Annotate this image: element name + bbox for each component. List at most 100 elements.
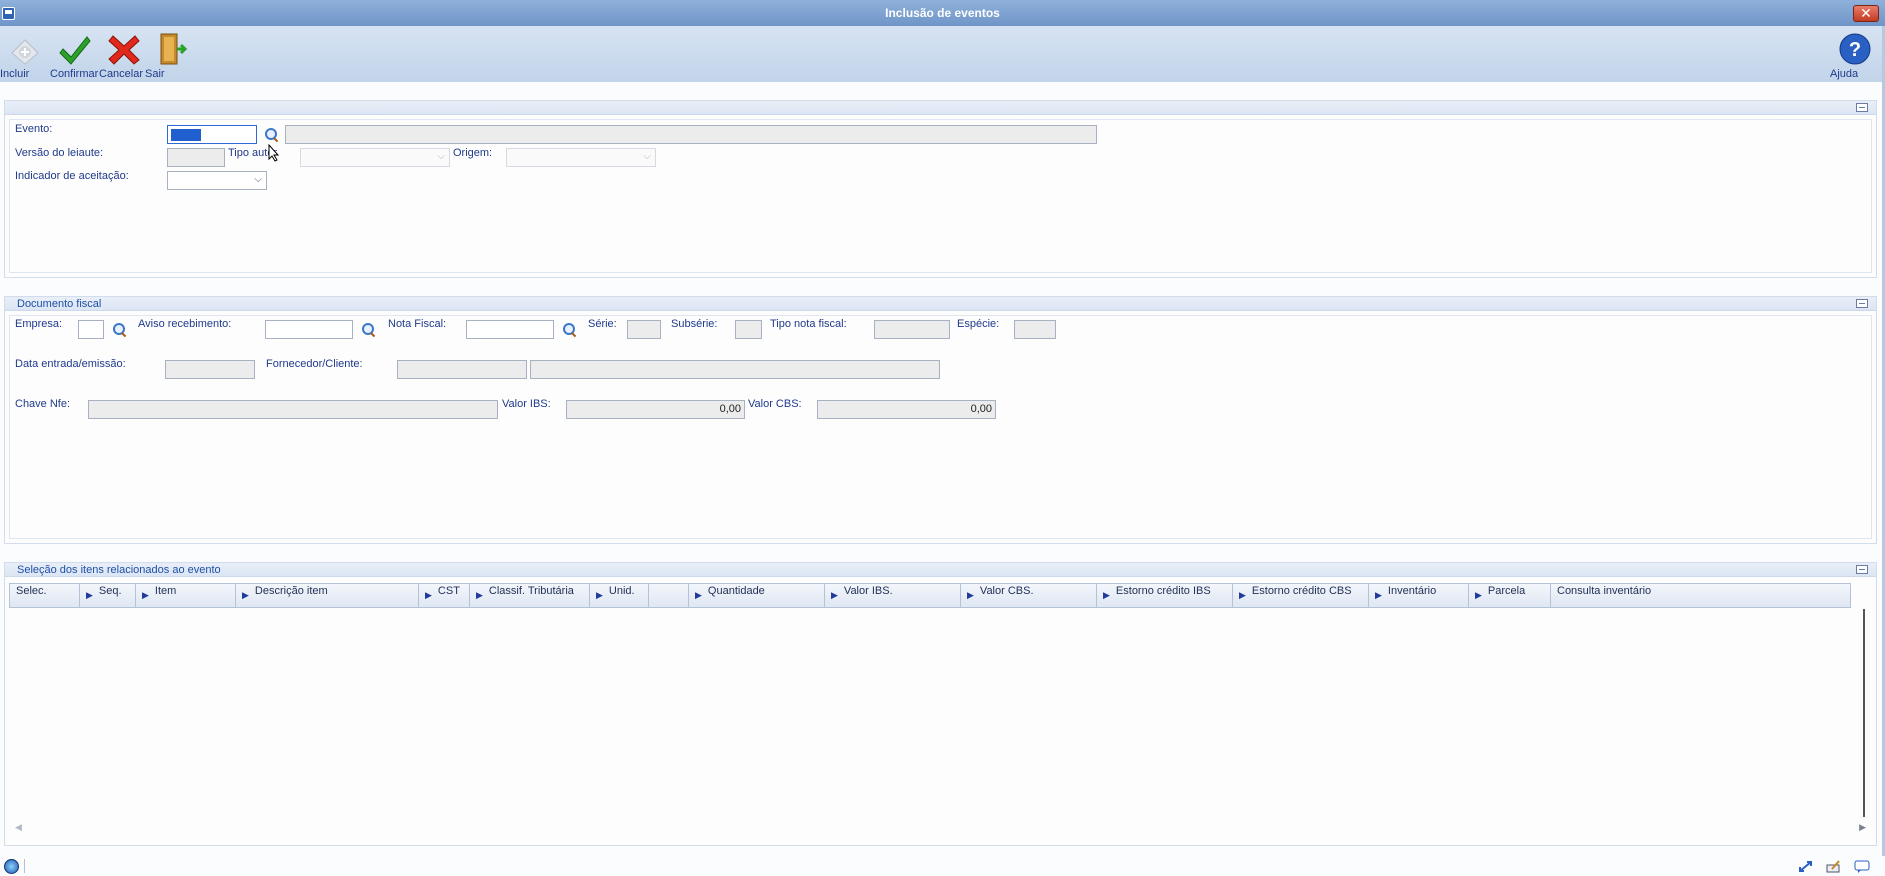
documento-fiscal-body: Empresa: Aviso recebimento: Nota Fiscal:… [9, 315, 1872, 539]
subserie-label: Subsérie: [671, 318, 718, 330]
aviso-recebimento-label: Aviso recebimento: [138, 318, 232, 330]
edit-note-icon[interactable] [1826, 860, 1842, 873]
documento-fiscal-header: Documento fiscal [5, 297, 1876, 311]
sort-arrow-icon: ▶ [142, 590, 149, 600]
subserie-field [735, 320, 762, 339]
svg-text:?: ? [1849, 39, 1861, 61]
message-icon[interactable] [1854, 860, 1870, 873]
aviso-recebimento-input[interactable] [265, 320, 353, 339]
col-valor-cbs[interactable]: ▶ Valor CBS. [961, 584, 1097, 607]
cancelar-label: Cancelar [99, 68, 144, 80]
scrollbar-thumb[interactable] [1863, 609, 1865, 817]
close-window-button[interactable]: ✕ [1853, 5, 1879, 22]
collapse-icon[interactable] [1856, 565, 1868, 574]
origem-select[interactable]: ⌵ [506, 148, 656, 167]
aviso-search-icon[interactable] [360, 322, 376, 338]
itens-panel: Seleção dos itens relacionados ao evento… [4, 562, 1877, 846]
evento-search-icon[interactable] [263, 127, 279, 143]
mouse-cursor-icon [268, 144, 280, 162]
itens-panel-title: Seleção dos itens relacionados ao evento [17, 564, 221, 576]
col-unid[interactable]: ▶ Unid. [590, 584, 649, 607]
col-selec[interactable]: Selec. [10, 584, 80, 607]
versao-leiaute-field [167, 148, 225, 167]
tipo-autor-select[interactable]: ⌵ [300, 148, 450, 167]
collapse-icon[interactable] [1856, 299, 1868, 308]
incluir-button[interactable]: Incluir [0, 31, 50, 81]
sort-arrow-icon: ▶ [967, 590, 974, 600]
confirmar-button[interactable]: Confirmar [50, 31, 100, 81]
indicador-aceitacao-select[interactable]: ⌵ [167, 171, 267, 190]
add-document-icon [11, 39, 39, 65]
evento-label: Evento: [15, 123, 53, 135]
evento-code-input[interactable] [167, 125, 257, 144]
window-title: Inclusão de eventos [885, 6, 1000, 20]
empresa-search-icon[interactable] [111, 322, 127, 338]
col-classif-tributaria[interactable]: ▶ Classif. Tributária [470, 584, 590, 607]
status-bar [0, 856, 1885, 876]
data-entrada-field [165, 360, 255, 379]
tipo-nota-fiscal-field [874, 320, 950, 339]
title-bar: Inclusão de eventos ✕ [0, 0, 1885, 26]
versao-leiaute-label: Versão do leiaute: [15, 147, 104, 159]
ajuda-button[interactable]: ? Ajuda [1830, 31, 1880, 81]
col-valor-ibs[interactable]: ▶ Valor IBS. [825, 584, 961, 607]
chave-nfe-field [88, 400, 498, 419]
cancelar-button[interactable]: Cancelar [99, 31, 149, 81]
col-cst[interactable]: ▶ CST [419, 584, 470, 607]
exit-door-icon [160, 33, 188, 65]
valor-cbs-label: Valor CBS: [748, 398, 802, 410]
data-entrada-label: Data entrada/emissão: [15, 358, 126, 370]
col-seq[interactable]: ▶ Seq. [80, 584, 136, 607]
empresa-input[interactable] [78, 320, 104, 339]
documento-fiscal-title: Documento fiscal [17, 298, 102, 310]
col-estorno-credito-cbs[interactable]: ▶ Estorno crédito CBS [1233, 584, 1369, 607]
sort-arrow-icon: ▶ [476, 590, 483, 600]
fornecedor-cliente-label: Fornecedor/Cliente: [266, 358, 363, 370]
confirmar-label: Confirmar [50, 68, 99, 80]
col-inventario[interactable]: ▶ Inventário [1369, 584, 1469, 607]
col-descricao-item[interactable]: ▶ Descrição item [236, 584, 419, 607]
vertical-scrollbar[interactable] [1860, 609, 1868, 817]
incluir-label: Incluir [0, 68, 30, 80]
sort-arrow-icon: ▶ [1103, 590, 1110, 600]
sort-arrow-icon: ▶ [1475, 590, 1482, 600]
fornecedor-code-field [397, 360, 527, 379]
serie-field [627, 320, 661, 339]
tipo-nota-fiscal-label: Tipo nota fiscal: [770, 318, 847, 330]
help-icon: ? [1839, 33, 1871, 65]
valor-cbs-field: 0,00 [817, 400, 996, 419]
resize-arrows-icon[interactable] [1798, 860, 1814, 873]
col-blank[interactable] [649, 584, 689, 607]
text-selection [171, 129, 201, 141]
col-parcela[interactable]: ▶ Parcela [1469, 584, 1551, 607]
fornecedor-name-field [530, 360, 940, 379]
sort-arrow-icon: ▶ [242, 590, 249, 600]
origem-label: Origem: [453, 147, 493, 159]
chevron-down-icon: ⌵ [643, 151, 651, 162]
scroll-right-icon[interactable]: ▶ [1859, 822, 1866, 833]
app-window-icon [2, 7, 15, 20]
sair-button[interactable]: Sair [145, 31, 195, 81]
col-quantidade[interactable]: ▶ Quantidade [689, 584, 825, 607]
scroll-left-icon[interactable]: ◀ [15, 822, 22, 833]
col-consulta-inventario[interactable]: Consulta inventário [1551, 584, 1850, 607]
documento-fiscal-panel: Documento fiscal Empresa: Aviso recebime… [4, 296, 1877, 544]
collapse-icon[interactable] [1856, 103, 1868, 112]
toolbar: Incluir Confirmar Cancelar Sair ? Ajuda [0, 26, 1885, 82]
globe-icon[interactable] [4, 859, 19, 874]
col-estorno-credito-ibs[interactable]: ▶ Estorno crédito IBS [1097, 584, 1233, 607]
nota-fiscal-search-icon[interactable] [561, 322, 577, 338]
nota-fiscal-input[interactable] [466, 320, 554, 339]
nota-fiscal-label: Nota Fiscal: [388, 318, 447, 330]
sort-arrow-icon: ▶ [425, 590, 432, 600]
evento-panel-body: Evento: Versão do leiaute: Tipo autor ⌵ … [9, 119, 1872, 273]
sort-arrow-icon: ▶ [831, 590, 838, 600]
evento-panel-header [5, 101, 1876, 115]
sort-arrow-icon: ▶ [596, 590, 603, 600]
especie-label: Espécie: [957, 318, 1000, 330]
sort-arrow-icon: ▶ [695, 590, 702, 600]
valor-ibs-label: Valor IBS: [502, 398, 551, 410]
col-item[interactable]: ▶ Item [136, 584, 236, 607]
red-x-icon [108, 35, 140, 65]
checkmark-icon [59, 36, 91, 65]
